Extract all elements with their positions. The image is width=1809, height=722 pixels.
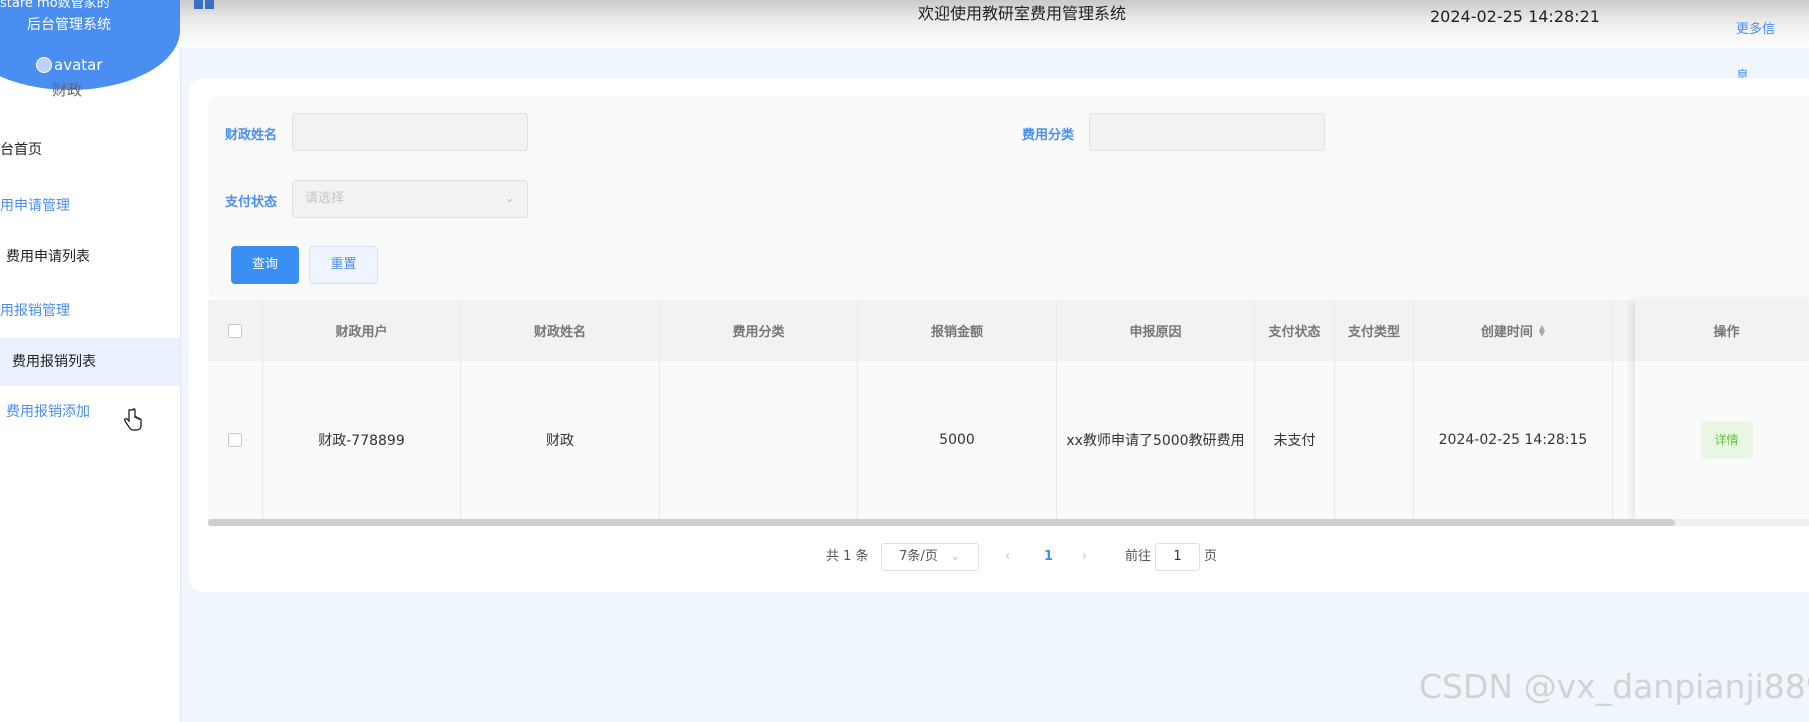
- column-header: 财政用户: [263, 300, 461, 361]
- grid-menu-icon[interactable]: [194, 0, 214, 20]
- prev-page-icon[interactable]: ‹: [1005, 543, 1010, 571]
- cell-created: 2024-02-25 14:28:15: [1414, 361, 1613, 519]
- cell-user: 财政-778899: [263, 361, 461, 519]
- sort-icon[interactable]: ▲ ▼: [1539, 323, 1545, 337]
- reset-button[interactable]: 重置: [309, 246, 378, 284]
- row-checkbox-cell: [208, 361, 263, 519]
- pay-status-placeholder: 请选择: [305, 191, 345, 206]
- column-header: 操作: [1635, 300, 1809, 361]
- created-time-header[interactable]: 创建时间 ▲ ▼: [1414, 300, 1613, 361]
- avatar-alt-text: avatar: [54, 56, 103, 74]
- sidebar: stare mo数管家的 后台管理系统 avatar 财政 台首页 用申请管理 …: [0, 0, 181, 722]
- total-count: 共 1 条: [826, 549, 869, 564]
- sidebar-group-expense-apply[interactable]: 用申请管理: [0, 182, 180, 230]
- sidebar-item-reimbursement-list[interactable]: 费用报销列表: [0, 338, 180, 386]
- row-checkbox[interactable]: [228, 433, 242, 447]
- cell-pay-type: [1335, 361, 1414, 519]
- table-row: 财政-778899 财政 5000 xx教师申请了5000教研费用 未支付 20…: [208, 361, 1809, 519]
- category-label: 费用分类: [1022, 128, 1075, 143]
- cell-name: 财政: [461, 361, 660, 519]
- chevron-down-icon: ⌄: [949, 549, 961, 564]
- data-table: 财政用户 财政姓名 费用分类 报销金额 申报原因 支付状态 支付类型 创建时间 …: [208, 300, 1809, 526]
- cell-reason: xx教师申请了5000教研费用: [1057, 361, 1255, 519]
- cell-category: [660, 361, 858, 519]
- column-header: 申报原因: [1057, 300, 1255, 361]
- header-checkbox-cell: [208, 300, 263, 361]
- current-datetime: 2024-02-25 14:28:21: [1430, 7, 1600, 26]
- column-header: 支付类型: [1335, 300, 1414, 361]
- sidebar-item-home[interactable]: 台首页: [0, 126, 180, 174]
- column-header: 报销金额: [858, 300, 1057, 361]
- avatar[interactable]: avatar: [36, 56, 103, 74]
- broken-image-icon: [36, 57, 52, 73]
- column-header-label: 创建时间: [1480, 325, 1533, 340]
- scrollbar-thumb[interactable]: [208, 519, 1675, 526]
- brand-subtitle: 后台管理系统: [27, 17, 111, 33]
- column-header: 财政姓名: [461, 300, 660, 361]
- sidebar-group-reimbursement[interactable]: 用报销管理: [0, 287, 180, 335]
- select-all-checkbox[interactable]: [228, 323, 242, 338]
- finance-name-label: 财政姓名: [225, 128, 278, 143]
- brand-title: stare mo数管家的: [0, 0, 110, 11]
- category-input[interactable]: [1089, 113, 1325, 151]
- page-size-value: 7条/页: [899, 549, 938, 564]
- finance-name-input[interactable]: [292, 113, 528, 151]
- horizontal-scrollbar[interactable]: [208, 519, 1809, 526]
- watermark: CSDN @vx_danpianji889: [1419, 667, 1809, 706]
- page-size-select[interactable]: 7条/页 ⌄: [881, 543, 979, 571]
- hand-cursor-icon: [124, 408, 142, 431]
- detail-button[interactable]: 详情: [1700, 421, 1753, 459]
- goto-page-input[interactable]: 1: [1155, 543, 1200, 571]
- table-header: 财政用户 财政姓名 费用分类 报销金额 申报原因 支付状态 支付类型 创建时间 …: [208, 300, 1809, 361]
- column-header: 支付状态: [1255, 300, 1335, 361]
- page-title: 欢迎使用教研室费用管理系统: [918, 4, 1127, 23]
- cell-pay-status: 未支付: [1255, 361, 1335, 519]
- page-number-current[interactable]: 1: [1044, 543, 1053, 571]
- sidebar-item-reimbursement-add[interactable]: 费用报销添加: [0, 388, 180, 436]
- sidebar-item-expense-apply-list[interactable]: 费用申请列表: [0, 233, 180, 281]
- page-suffix: 页: [1204, 549, 1218, 564]
- actions-column: 操作 详情: [1635, 300, 1809, 519]
- user-name: 财政: [52, 81, 83, 99]
- goto-label: 前往: [1125, 549, 1152, 564]
- next-page-icon[interactable]: ›: [1082, 543, 1087, 571]
- cell-amount: 5000: [858, 361, 1057, 519]
- chevron-down-icon: ⌄: [504, 191, 515, 206]
- pay-status-label: 支付状态: [225, 195, 278, 210]
- top-header: 欢迎使用教研室费用管理系统 2024-02-25 14:28:21 更多信息: [180, 0, 1809, 84]
- pay-status-select[interactable]: 请选择 ⌄: [292, 180, 528, 218]
- column-header: 费用分类: [660, 300, 858, 361]
- actions-cell: 详情: [1635, 361, 1809, 519]
- query-button[interactable]: 查询: [231, 246, 299, 284]
